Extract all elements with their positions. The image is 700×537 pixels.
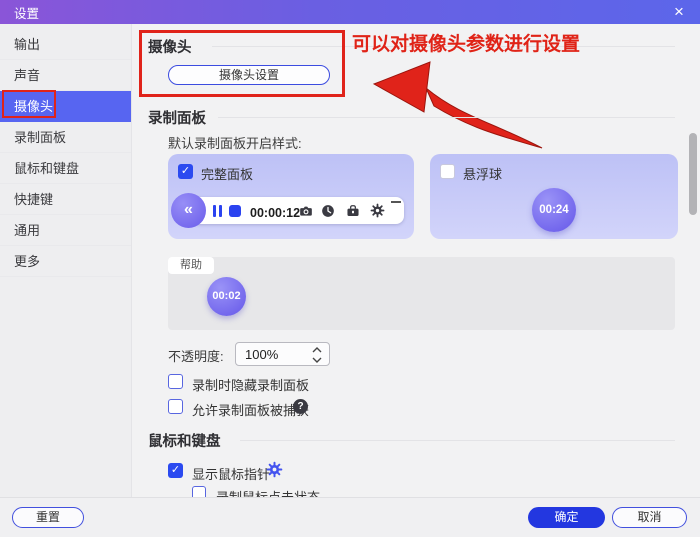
ok-button[interactable]: 确定 (528, 507, 605, 528)
recording-time: 00:00:12 (250, 206, 301, 220)
sidebar-item-output[interactable]: 输出 (0, 29, 131, 60)
float-ball-label: 悬浮球 (463, 167, 503, 182)
sidebar: 输出 声音 摄像头 录制面板 鼠标和键盘 快捷键 通用 更多 (0, 24, 132, 497)
divider (218, 117, 675, 118)
allow-capture-label: 允许录制面板被捕获 (192, 403, 310, 418)
help-tab: 帮助 (168, 257, 214, 274)
cancel-button[interactable]: 取消 (612, 507, 687, 528)
annotation-arrow-icon (372, 61, 543, 149)
camera-icon (300, 206, 312, 216)
pause-icon (213, 205, 216, 217)
mouse-keyboard-section-title: 鼠标和键盘 (148, 434, 221, 450)
show-pointer-checkbox[interactable]: ✓ (168, 463, 183, 478)
full-panel-checkbox[interactable]: ✓ (178, 164, 193, 179)
close-icon[interactable]: × (668, 0, 690, 24)
annotation-note: 可以对摄像头参数进行设置 (352, 34, 581, 55)
help-icon[interactable]: ? (293, 399, 308, 414)
full-panel-label: 完整面板 (201, 167, 254, 182)
float-ball-preview: 00:24 (532, 188, 576, 232)
opacity-value: 100% (245, 347, 279, 362)
opacity-spinner[interactable]: 100% (235, 342, 330, 366)
camera-settings-button[interactable]: 摄像头设置 (168, 65, 330, 85)
hide-panel-label: 录制时隐藏录制面板 (192, 378, 310, 393)
camera-section-title: 摄像头 (148, 40, 192, 56)
reset-button[interactable]: 重置 (12, 507, 84, 528)
allow-capture-checkbox[interactable] (168, 399, 183, 414)
toolbox-icon (347, 205, 359, 216)
float-ball-checkbox[interactable] (440, 164, 455, 179)
divider (240, 440, 675, 441)
show-pointer-label: 显示鼠标指针 (192, 467, 271, 482)
window-title: 设置 (14, 6, 40, 21)
default-style-label: 默认录制面板开启样式: (168, 136, 302, 151)
sidebar-item-sound[interactable]: 声音 (0, 60, 131, 91)
pointer-settings-gear-icon[interactable] (266, 461, 283, 478)
titlebar: 设置 × (0, 0, 700, 24)
click-state-label: 录制鼠标点击状态 (216, 487, 320, 497)
help-ball-preview: 00:02 (207, 277, 246, 316)
hide-panel-checkbox[interactable] (168, 374, 183, 389)
sidebar-item-more[interactable]: 更多 (0, 246, 131, 277)
sidebar-item-general[interactable]: 通用 (0, 215, 131, 246)
settings-window: 设置 × 输出 声音 摄像头 录制面板 鼠标和键盘 快捷键 通用 更多 摄像头 … (0, 0, 700, 537)
recording-panel-section-title: 录制面板 (148, 111, 206, 127)
click-state-row: 录制鼠标点击状态 (192, 486, 452, 497)
sidebar-item-hotkeys[interactable]: 快捷键 (0, 184, 131, 215)
stop-icon (229, 205, 241, 217)
spinner-arrows-icon[interactable] (312, 346, 322, 364)
clock-icon (322, 205, 334, 217)
pause-icon (219, 205, 222, 217)
opacity-label: 不透明度: (168, 349, 224, 364)
sidebar-item-recording-panel[interactable]: 录制面板 (0, 122, 131, 153)
click-state-checkbox[interactable] (192, 486, 206, 497)
footer-bar: 重置 确定 取消 (0, 497, 700, 537)
collapse-icon: « (171, 193, 206, 228)
sidebar-item-camera[interactable]: 摄像头 (0, 91, 131, 122)
gear-icon (370, 203, 385, 218)
scrollbar-thumb[interactable] (689, 133, 697, 215)
sidebar-item-mouse-keyboard[interactable]: 鼠标和键盘 (0, 153, 131, 184)
minimize-icon (391, 201, 401, 203)
